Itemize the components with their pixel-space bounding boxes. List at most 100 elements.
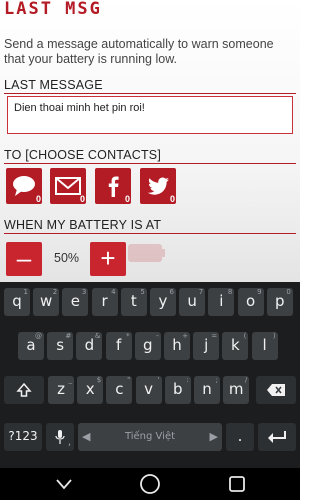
backspace-key[interactable] [256,376,296,404]
backspace-icon [267,384,285,396]
key-hint: # [65,332,72,340]
key-t[interactable]: 5t [120,288,147,316]
key-o[interactable]: 9o [237,288,264,316]
twitter-contact-button[interactable]: 0 [140,168,176,204]
key-b[interactable]: :b [164,376,191,404]
key-label: d [84,336,95,354]
key-label: b [173,380,183,398]
key-z[interactable]: _ z [48,376,74,404]
app-description: Send a message automatically to warn som… [4,37,274,66]
key-c[interactable]: " c [106,376,133,404]
key-hint: - [156,332,159,340]
key-hint: + [182,332,188,340]
key-label: o [246,292,256,310]
shift-key[interactable] [4,376,44,404]
key-hint: * [126,332,130,340]
space-bar[interactable]: ◀ Tiếng Việt ▶ [78,423,222,451]
key-label: j [204,336,209,354]
key-a[interactable]: @ a [18,332,44,360]
facebook-icon [108,176,119,197]
key-n[interactable]: ; n [194,376,220,404]
battery-value: 50% [54,251,80,265]
key-label: s [56,336,65,354]
key-g[interactable]: -g [134,332,161,360]
key-hint: $ [96,376,102,384]
message-input[interactable]: Dien thoai minh het pin roi! [7,96,293,134]
email-count: 0 [79,194,85,204]
key-v[interactable]: ' v [135,376,162,404]
key-hint: = [211,332,218,340]
key-label: z [57,380,65,398]
decrease-button[interactable]: – [6,242,42,276]
key-h[interactable]: + h [164,332,190,360]
key-label: c [115,380,124,398]
key-u[interactable]: 7u [179,288,206,316]
key-hint: _ [68,376,73,384]
key-w[interactable]: 2w [33,288,60,316]
key-hint: @ [35,332,42,340]
app-title: LAST MSG [4,0,102,19]
language-left-arrow-icon: ◀ [82,430,91,443]
key-hint: 0 [286,288,291,296]
key-j[interactable]: = j [193,332,220,360]
facebook-contact-button[interactable]: 0 [95,168,131,204]
sms-contact-button[interactable]: 0 [6,168,42,204]
key-e[interactable]: 3e [62,288,89,316]
increase-button[interactable]: + [90,242,126,276]
mic-icon [55,430,65,444]
email-icon [55,177,81,195]
section-divider [4,233,296,234]
enter-key[interactable] [258,423,296,451]
comma-mic-key[interactable]: , [46,423,74,451]
back-chevron-icon[interactable] [56,477,72,491]
key-hint: 2 [52,288,58,296]
key-q[interactable]: 1q [4,288,30,316]
key-hint: 8 [227,288,233,296]
key-hint: 5 [140,288,145,296]
key-s[interactable]: # s [47,332,74,360]
symbols-key[interactable]: ?123 [4,423,42,451]
key-hint: ; [215,376,218,384]
sms-count: 0 [35,194,41,204]
key-label: n [202,380,212,398]
key-label: t [130,292,137,310]
soft-keyboard: 1q2w3e4r5t6y7u8i9o0p @ a # s & d * f - g + h = j(k) l … [0,282,300,468]
key-hint: / [244,376,248,384]
key-label: i [219,292,224,310]
key-hint: 3 [81,288,87,296]
key-label: f [115,336,122,354]
key-hint: 6 [169,288,174,296]
period-key[interactable]: . [226,423,254,451]
key-label: x [85,380,95,398]
battery-label: WHEN MY BATTERY IS AT [4,218,162,232]
navigation-bar [0,468,300,500]
key-p[interactable]: 0p [266,288,293,316]
key-hint: ( [243,332,247,340]
key-label: h [172,336,182,354]
key-f[interactable]: * f [105,332,132,360]
key-label: e [70,292,80,310]
key-l[interactable]: ) l [251,332,278,360]
sms-icon [13,176,35,196]
recents-square-icon[interactable] [228,475,246,493]
key-hint: & [94,332,101,340]
key-d[interactable]: & d [76,332,103,360]
twitter-icon [147,177,169,195]
last-message-label: LAST MESSAGE [4,78,103,92]
email-contact-button[interactable]: 0 [50,168,86,204]
key-y[interactable]: 6y [150,288,176,316]
key-r[interactable]: 4r [91,288,118,316]
key-label: m [228,380,244,398]
section-divider [4,163,296,164]
key-i[interactable]: 8i [208,288,235,316]
key-label: w [40,292,53,310]
key-label: l [262,336,267,354]
enter-icon [268,431,286,443]
key-label: u [187,292,197,310]
watermark-logo-icon [128,244,165,262]
key-k[interactable]: (k [222,332,249,360]
key-m[interactable]: / m [223,376,250,404]
key-hint: 4 [111,288,116,296]
key-x[interactable]: $ x [77,376,104,404]
home-circle-icon[interactable] [139,473,161,495]
